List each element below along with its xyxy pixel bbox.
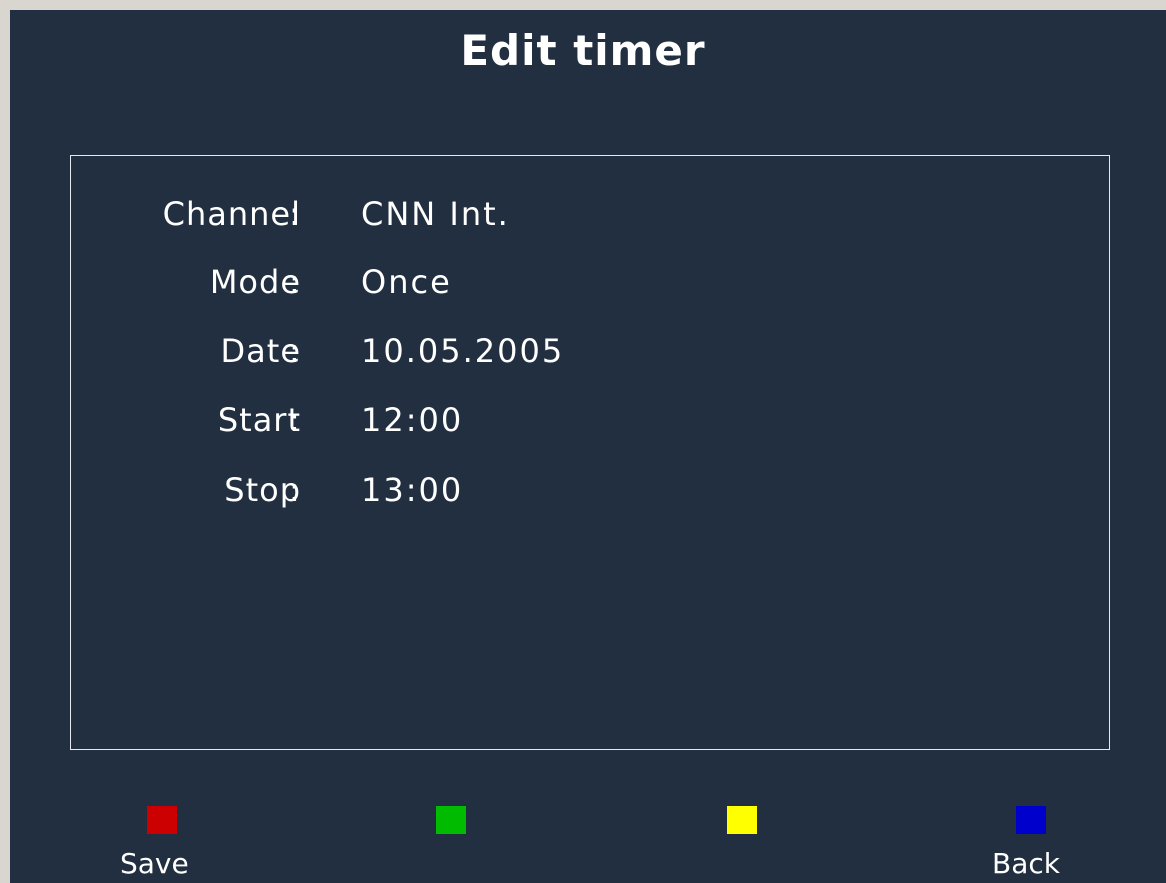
- green-key-button[interactable]: [400, 806, 520, 883]
- channel-separator: :: [289, 195, 300, 233]
- mode-row[interactable]: Mode : Once: [71, 262, 1109, 302]
- blue-key-icon: [1016, 806, 1046, 834]
- date-label: Date: [220, 332, 301, 370]
- start-separator: :: [289, 401, 300, 439]
- page-title: Edit timer: [460, 26, 706, 75]
- timer-screen: Edit timer Channel : CNN Int. Mode : Onc…: [10, 10, 1166, 883]
- mode-label: Mode: [209, 263, 301, 301]
- start-label: Start: [217, 401, 301, 439]
- channel-row[interactable]: Channel : CNN Int.: [71, 194, 1109, 234]
- green-key-icon: [436, 806, 466, 834]
- stop-value[interactable]: 13:00: [361, 470, 463, 510]
- stop-label: Stop: [224, 471, 301, 509]
- date-separator: :: [289, 332, 300, 370]
- channel-label: Channel: [162, 195, 301, 233]
- red-save-button[interactable]: Save: [110, 806, 230, 883]
- stop-separator: :: [289, 471, 300, 509]
- date-row[interactable]: Date : 10.05.2005: [71, 331, 1109, 371]
- red-key-icon: [147, 806, 177, 834]
- yellow-key-icon: [727, 806, 757, 834]
- blue-back-button[interactable]: Back: [980, 806, 1100, 883]
- date-value[interactable]: 10.05.2005: [361, 331, 564, 371]
- start-value[interactable]: 12:00: [361, 400, 463, 440]
- stop-row[interactable]: Stop : 13:00: [71, 470, 1109, 510]
- start-row[interactable]: Start : 12:00: [71, 400, 1109, 440]
- mode-separator: :: [289, 263, 300, 301]
- mode-value[interactable]: Once: [361, 262, 452, 302]
- channel-value[interactable]: CNN Int.: [361, 194, 510, 234]
- yellow-key-button[interactable]: [690, 806, 810, 883]
- timer-details-panel: Channel : CNN Int. Mode : Once Date : 10…: [70, 155, 1110, 750]
- save-label: Save: [120, 847, 189, 880]
- back-label: Back: [992, 847, 1060, 880]
